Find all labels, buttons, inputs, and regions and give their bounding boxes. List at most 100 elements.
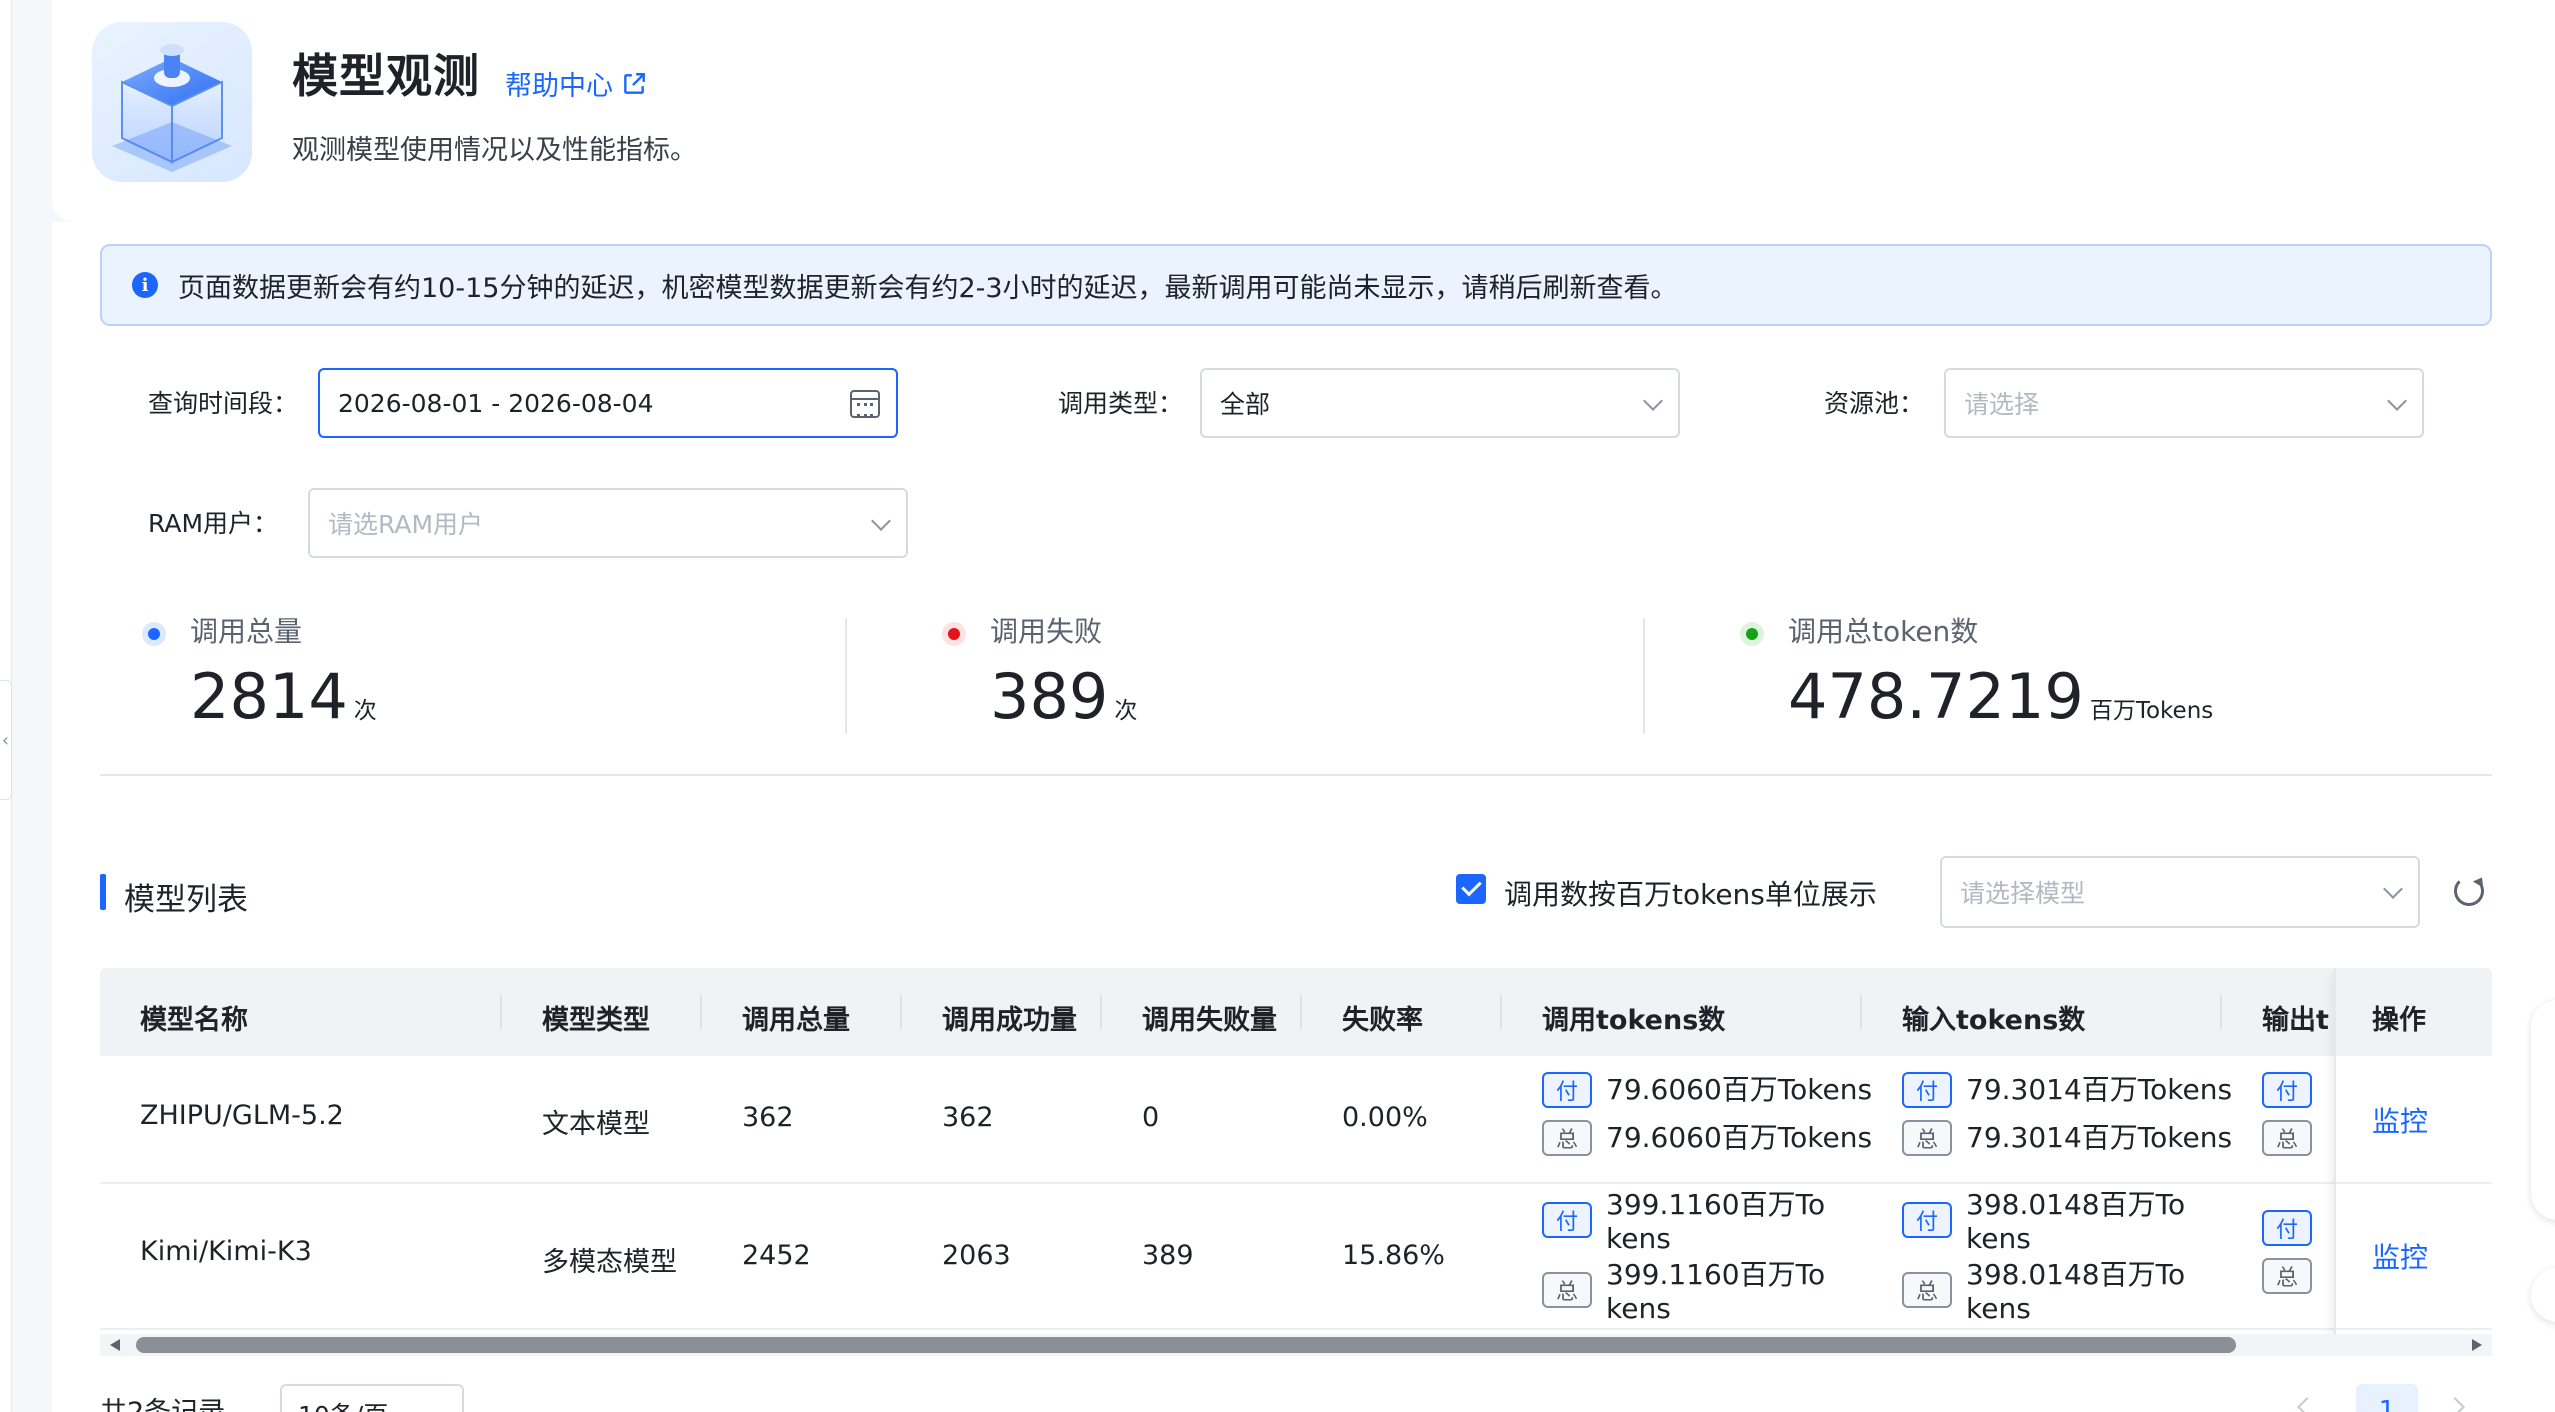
- success-calls: 362: [942, 1102, 994, 1133]
- time-range-picker[interactable]: 2026-08-01 - 2026-08-04: [318, 368, 898, 438]
- token-value: 79.6060百万Tokens: [1606, 1121, 1873, 1154]
- column-header: 模型名称: [140, 1005, 248, 1036]
- stat-value: 478.7219: [1788, 660, 2084, 733]
- call-tokens-total: 总 399.1160百万Tokens: [1542, 1258, 1838, 1326]
- chevron-down-icon: [871, 511, 891, 531]
- column-separator: [900, 994, 902, 1030]
- fail-rate: 0.00%: [1342, 1102, 1428, 1133]
- stat-label: 调用总token数: [1788, 615, 1979, 648]
- column-header: 调用失败量: [1142, 1005, 1277, 1036]
- page-size-value: 10条/页: [298, 1401, 388, 1412]
- column-header: 输出t: [2262, 1005, 2329, 1036]
- token-value: 399.1160百万Tokens: [1606, 1258, 1826, 1325]
- token-value: 79.3014百万Tokens: [1966, 1121, 2233, 1154]
- token-value: 79.6060百万Tokens: [1606, 1073, 1873, 1106]
- pay-badge: 付: [1542, 1202, 1592, 1238]
- time-range-label: 查询时间段：: [148, 389, 299, 418]
- million-tokens-checkbox-label[interactable]: 调用数按百万tokens单位展示: [1504, 873, 1877, 913]
- call-type-select[interactable]: 全部: [1200, 368, 1680, 438]
- million-tokens-checkbox[interactable]: [1456, 874, 1486, 904]
- column-separator: [700, 994, 702, 1030]
- total-badge: 总: [1902, 1120, 1952, 1156]
- model-type: 多模态模型: [542, 1247, 677, 1278]
- scrollbar-thumb[interactable]: [136, 1337, 2236, 1353]
- refresh-icon[interactable]: [2454, 876, 2484, 906]
- model-select[interactable]: 请选择模型: [1940, 856, 2420, 928]
- stat-label: 调用失败: [990, 615, 1103, 648]
- stat-divider: [1643, 618, 1645, 734]
- pay-badge: 付: [1902, 1202, 1952, 1238]
- notice-text: 页面数据更新会有约10-15分钟的延迟，机密模型数据更新会有约2-3小时的延迟，…: [178, 272, 1678, 304]
- token-value: 398.0148百万Tokens: [1966, 1188, 2186, 1255]
- page-title: 模型观测: [292, 49, 480, 103]
- time-range-value: 2026-08-01 - 2026-08-04: [338, 388, 654, 418]
- floating-toolbar[interactable]: [2531, 1000, 2555, 1220]
- column-header: 失败率: [1342, 1005, 1423, 1036]
- model-observe-logo-icon: [92, 22, 252, 182]
- section-divider: [100, 774, 2492, 776]
- stat-label: 调用总量: [190, 615, 303, 648]
- status-dot-icon: [142, 622, 166, 646]
- success-calls: 2063: [942, 1240, 1011, 1271]
- input-tokens-pay: 付 398.0148百万Tokens: [1902, 1188, 2198, 1256]
- column-header: 调用tokens数: [1542, 1005, 1726, 1036]
- token-value: 398.0148百万Tokens: [1966, 1258, 2186, 1325]
- resource-pool-select[interactable]: 请选择: [1944, 368, 2424, 438]
- failed-calls: 389: [1142, 1240, 1194, 1271]
- pagination-total: 共2条记录: [100, 1390, 225, 1412]
- chevron-down-icon: [2383, 879, 2403, 899]
- call-tokens-pay: 付 79.6060百万Tokens: [1542, 1072, 1872, 1108]
- input-tokens-total: 总 79.3014百万Tokens: [1902, 1120, 2232, 1156]
- total-calls: 362: [742, 1102, 794, 1133]
- resource-pool-placeholder: 请选择: [1964, 390, 2040, 419]
- scroll-right-icon[interactable]: [2472, 1339, 2482, 1351]
- ram-user-select[interactable]: 请选RAM用户: [308, 488, 908, 558]
- column-separator: [500, 994, 502, 1030]
- total-calls: 2452: [742, 1240, 811, 1271]
- table-horizontal-scrollbar[interactable]: [100, 1334, 2492, 1356]
- column-separator: [2220, 994, 2222, 1030]
- page-subtitle: 观测模型使用情况以及性能指标。: [292, 135, 697, 166]
- model-name: ZHIPU/GLM-5.2: [140, 1100, 344, 1131]
- pay-badge: 付: [1902, 1072, 1952, 1108]
- table-row: Kimi/Kimi-K3 多模态模型 2452 2063 389 15.86% …: [100, 1184, 2492, 1330]
- call-type-value: 全部: [1220, 390, 1271, 419]
- total-badge: 总: [1542, 1272, 1592, 1308]
- help-center-link[interactable]: 帮助中心: [505, 64, 647, 103]
- ram-user-label: RAM用户：: [148, 509, 279, 538]
- pay-badge: 付: [1542, 1072, 1592, 1108]
- total-badge: 总: [2262, 1120, 2312, 1156]
- table-header: 模型名称 模型类型 调用总量 调用成功量 调用失败量 失败率 调用tokens数…: [100, 968, 2492, 1056]
- status-dot-icon: [942, 622, 966, 646]
- page-size-select[interactable]: 10条/页: [280, 1384, 464, 1412]
- page-number-button[interactable]: 1: [2356, 1384, 2418, 1412]
- chevron-down-icon: [1643, 391, 1663, 411]
- info-icon: i: [132, 272, 158, 298]
- column-separator: [1860, 994, 1862, 1030]
- external-link-icon: [624, 72, 645, 94]
- header-card: [52, 0, 2555, 222]
- stat-divider: [845, 618, 847, 734]
- fixed-operation-column: [2334, 968, 2492, 1352]
- call-tokens-total: 总 79.6060百万Tokens: [1542, 1120, 1872, 1156]
- column-header: 模型类型: [542, 1005, 650, 1036]
- ram-user-placeholder: 请选RAM用户: [328, 510, 484, 539]
- token-value: 399.1160百万Tokens: [1606, 1188, 1826, 1255]
- stat-unit: 次: [1114, 698, 1138, 724]
- model-type: 文本模型: [542, 1109, 650, 1140]
- scroll-left-icon[interactable]: [110, 1339, 120, 1351]
- token-value: 79.3014百万Tokens: [1966, 1073, 2233, 1106]
- section-accent-bar: [100, 874, 106, 910]
- column-header: 调用总量: [742, 1005, 850, 1036]
- pay-badge: 付: [2262, 1210, 2312, 1246]
- status-dot-icon: [1740, 622, 1764, 646]
- notice-banner: i 页面数据更新会有约10-15分钟的延迟，机密模型数据更新会有约2-3小时的延…: [100, 244, 2492, 326]
- pay-badge: 付: [2262, 1072, 2312, 1108]
- column-separator: [1300, 994, 1302, 1030]
- failed-calls: 0: [1142, 1102, 1160, 1133]
- sidebar-collapse-handle[interactable]: ‹: [0, 680, 12, 800]
- input-tokens-pay: 付 79.3014百万Tokens: [1902, 1072, 2232, 1108]
- model-name: Kimi/Kimi-K3: [140, 1236, 312, 1267]
- total-badge: 总: [2262, 1258, 2312, 1294]
- stat-value: 2814: [190, 660, 348, 733]
